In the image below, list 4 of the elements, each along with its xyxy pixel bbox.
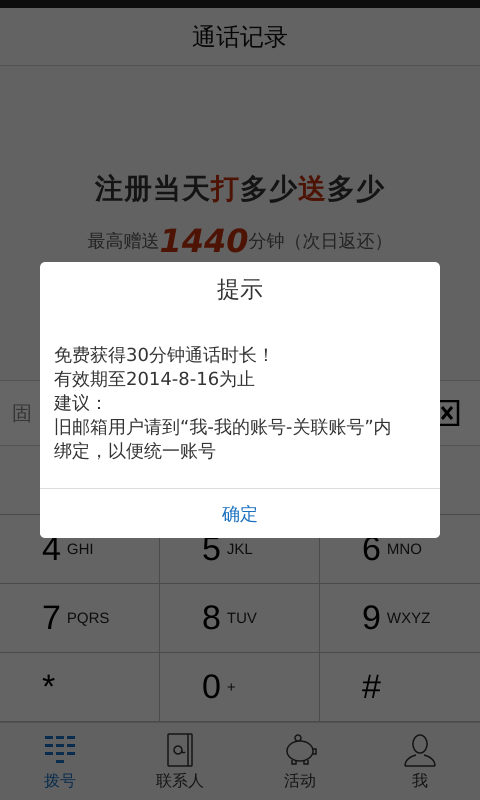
dialog-title: 提示 bbox=[216, 276, 264, 305]
promo-headline: 注册当天打多少送多少 bbox=[95, 171, 385, 207]
dialog-message: 免费获得30分钟通话时长！ 有效期至2014-8-16为止 建议： 旧邮箱用户请到“我-我的账号-关联账号”内绑定，以便统一账号 bbox=[52, 344, 393, 464]
screen-title: 通话记录 bbox=[192, 22, 288, 52]
